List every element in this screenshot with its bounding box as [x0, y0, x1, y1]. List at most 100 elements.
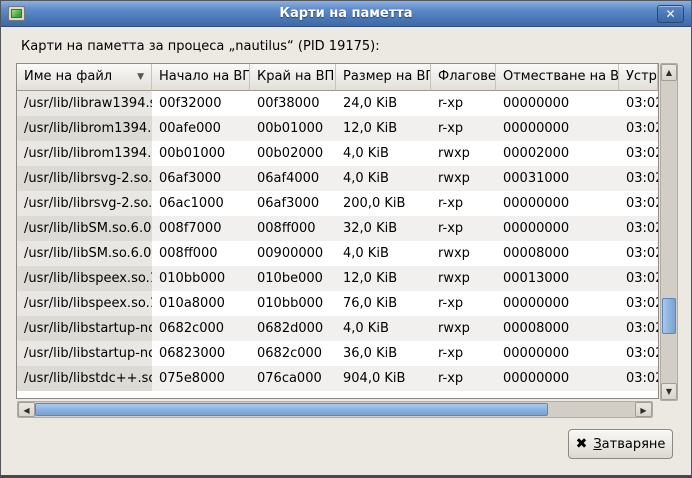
cell-vm_size: 4,0 KiB	[336, 141, 431, 166]
table-row[interactable]: /usr/lib/librsvg-2.so.206af300006af40004…	[17, 166, 658, 191]
sort-descending-icon: ▼	[137, 64, 144, 90]
cell-filename: /usr/lib/librsvg-2.so.2	[17, 191, 152, 216]
cell-filename: /usr/lib/libspeex.so.1	[17, 291, 152, 316]
cell-vm_size: 4,0 KiB	[336, 316, 431, 341]
scroll-left-icon[interactable]: ◀	[18, 402, 35, 417]
column-header-label: Размер на ВП	[343, 64, 431, 90]
column-header-vm_offset[interactable]: Отместване на ВП	[496, 64, 619, 91]
cell-device: 03:02	[619, 366, 658, 391]
table-row[interactable]: /usr/lib/libspeex.so.1010a8000010bb00076…	[17, 291, 658, 316]
horizontal-scrollbar[interactable]: ◀ ▶	[17, 401, 653, 418]
cell-flags: r-xp	[431, 341, 496, 366]
cell-vm_offset: 00000000	[496, 341, 619, 366]
column-header-flags[interactable]: Флагове	[431, 64, 496, 91]
cell-vm_end: 00b02000	[250, 141, 336, 166]
cell-filename: /usr/lib/libstartup-not	[17, 341, 152, 366]
cell-flags: r-xp	[431, 366, 496, 391]
cell-device: 03:02	[619, 216, 658, 241]
column-header-vm_end[interactable]: Край на ВП	[250, 64, 336, 91]
table-header: Име на файл ▼ Начало на ВП Край на ВП Размер…	[17, 64, 658, 91]
cell-flags: rwxp	[431, 166, 496, 191]
cell-vm_start: 008ff000	[152, 241, 250, 266]
table-row[interactable]: /usr/lib/librom1394.so00afe00000b0100012…	[17, 116, 658, 141]
column-header-label: Начало на ВП	[159, 64, 250, 90]
cell-device: 03:02	[619, 266, 658, 291]
cell-device: 03:02	[619, 166, 658, 191]
cell-vm_start: 06ac1000	[152, 191, 250, 216]
cell-vm_end: 0682d000	[250, 316, 336, 341]
table-row[interactable]: /usr/lib/libSM.so.6.0.0008ff000009000004…	[17, 241, 658, 266]
cell-flags: rwxp	[431, 241, 496, 266]
cell-flags: r-xp	[431, 91, 496, 116]
cell-vm_offset: 00000000	[496, 116, 619, 141]
table-row[interactable]: /usr/lib/libraw1394.so00f3200000f3800024…	[17, 91, 658, 116]
cell-filename: /usr/lib/libraw1394.so	[17, 91, 152, 116]
scroll-right-icon[interactable]: ▶	[635, 402, 652, 417]
scroll-up-icon[interactable]: ▲	[661, 64, 677, 81]
cell-vm_end: 008ff000	[250, 216, 336, 241]
cell-filename: /usr/lib/libspeex.so.1	[17, 266, 152, 291]
cell-vm_start: 06af3000	[152, 166, 250, 191]
cell-filename: /usr/lib/librom1394.so	[17, 116, 152, 141]
cell-vm_offset: 00013000	[496, 266, 619, 291]
cell-flags: r-xp	[431, 116, 496, 141]
scroll-down-icon[interactable]: ▼	[661, 383, 677, 400]
cell-vm_size: 32,0 KiB	[336, 216, 431, 241]
table-row[interactable]: /usr/lib/libstdc++.so.075e8000076ca00090…	[17, 366, 658, 391]
cell-vm_start: 0682c000	[152, 316, 250, 341]
cell-flags: r-xp	[431, 216, 496, 241]
cell-device: 03:02	[619, 316, 658, 341]
table-row[interactable]: /usr/lib/libspeex.so.1010bb000010be00012…	[17, 266, 658, 291]
cell-device: 03:02	[619, 291, 658, 316]
cell-flags: rwxp	[431, 141, 496, 166]
cell-vm_offset: 00000000	[496, 191, 619, 216]
cell-vm_start: 075e8000	[152, 366, 250, 391]
column-header-vm_size[interactable]: Размер на ВП	[336, 64, 431, 91]
system-monitor-icon	[8, 6, 25, 21]
cell-vm_end: 00b01000	[250, 116, 336, 141]
cell-vm_offset: 00008000	[496, 241, 619, 266]
cell-vm_size: 36,0 KiB	[336, 341, 431, 366]
close-x-icon: ✖	[576, 436, 588, 452]
cell-vm_end: 010bb000	[250, 291, 336, 316]
memory-map-table: Име на файл ▼ Начало на ВП Край на ВП Размер…	[16, 63, 659, 399]
cell-vm_start: 00afe000	[152, 116, 250, 141]
table-row[interactable]: /usr/lib/libSM.so.6.0.0008f7000008ff0003…	[17, 216, 658, 241]
column-header-label: Флагове	[438, 64, 496, 90]
window-title: Карти на паметта	[1, 6, 691, 21]
cell-filename: /usr/lib/libSM.so.6.0.0	[17, 241, 152, 266]
cell-filename: /usr/lib/libstdc++.so.	[17, 366, 152, 391]
horizontal-scrollbar-thumb[interactable]	[35, 403, 548, 416]
cell-flags: r-xp	[431, 291, 496, 316]
table-row[interactable]: /usr/lib/librsvg-2.so.206ac100006af30002…	[17, 191, 658, 216]
cell-vm_start: 010bb000	[152, 266, 250, 291]
cell-vm_offset: 00000000	[496, 366, 619, 391]
column-header-device[interactable]: Устройство	[619, 64, 658, 91]
vertical-scrollbar-thumb[interactable]	[662, 298, 676, 334]
window-close-button[interactable]: ✕	[657, 5, 684, 23]
cell-vm_end: 00f38000	[250, 91, 336, 116]
title-bar[interactable]: Карти на паметта ✕	[1, 1, 691, 27]
cell-vm_offset: 00031000	[496, 166, 619, 191]
column-header-filename[interactable]: Име на файл ▼	[17, 64, 152, 91]
cell-vm_end: 076ca000	[250, 366, 336, 391]
close-button-label: Затваряне	[593, 437, 665, 452]
cell-vm_offset: 00000000	[496, 291, 619, 316]
cell-vm_end: 06af4000	[250, 166, 336, 191]
cell-filename: /usr/lib/libstartup-not	[17, 316, 152, 341]
cell-vm_offset: 00000000	[496, 91, 619, 116]
column-header-label: Край на ВП	[257, 64, 334, 90]
close-button[interactable]: ✖ Затваряне	[568, 429, 673, 459]
cell-vm_size: 4,0 KiB	[336, 241, 431, 266]
table-row[interactable]: /usr/lib/libstartup-not0682c0000682d0004…	[17, 316, 658, 341]
table-row[interactable]: /usr/lib/librom1394.so00b0100000b020004,…	[17, 141, 658, 166]
cell-device: 03:02	[619, 191, 658, 216]
column-header-label: Име на файл	[24, 64, 112, 90]
table-row[interactable]: /usr/lib/libstartup-not068230000682c0003…	[17, 341, 658, 366]
cell-vm_offset: 00008000	[496, 316, 619, 341]
cell-vm_offset: 00000000	[496, 216, 619, 241]
cell-vm_size: 904,0 KiB	[336, 366, 431, 391]
cell-vm_end: 010be000	[250, 266, 336, 291]
vertical-scrollbar[interactable]: ▲ ▼	[660, 63, 678, 401]
column-header-vm_start[interactable]: Начало на ВП	[152, 64, 250, 91]
